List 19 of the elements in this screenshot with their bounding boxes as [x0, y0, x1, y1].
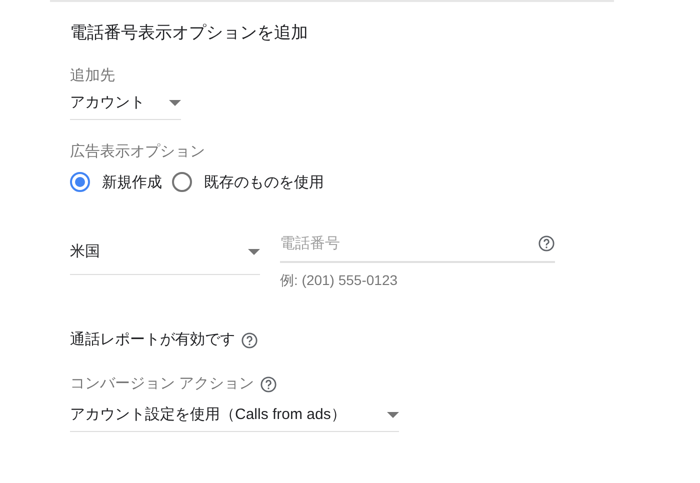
conversion-action-dropdown[interactable]: アカウント設定を使用（Calls from ads）	[70, 398, 399, 432]
field-label: 広告表示オプション	[70, 142, 205, 162]
add-to-dropdown[interactable]: アカウント	[70, 86, 181, 120]
field-label: コンバージョン アクション	[70, 374, 254, 394]
caret-icon	[169, 100, 181, 106]
call-reporting-label: 通話レポートが有効です	[70, 330, 235, 350]
help-icon[interactable]	[241, 332, 258, 348]
radio-button[interactable]	[70, 172, 90, 192]
field-label: 追加先	[70, 66, 115, 86]
caret-icon	[387, 412, 399, 418]
caret-icon	[248, 248, 260, 254]
radio-label[interactable]: 新規作成	[102, 172, 162, 192]
radio-button[interactable]	[172, 172, 192, 192]
help-icon[interactable]	[538, 234, 555, 252]
radio-label[interactable]: 既存のものを使用	[204, 172, 324, 192]
help-icon[interactable]	[260, 376, 278, 392]
dialog-title: 電話番号表示オプションを追加	[70, 22, 309, 44]
hint-text: 例: (201) 555-0123	[280, 272, 399, 290]
country-dropdown[interactable]: 米国	[70, 229, 260, 275]
